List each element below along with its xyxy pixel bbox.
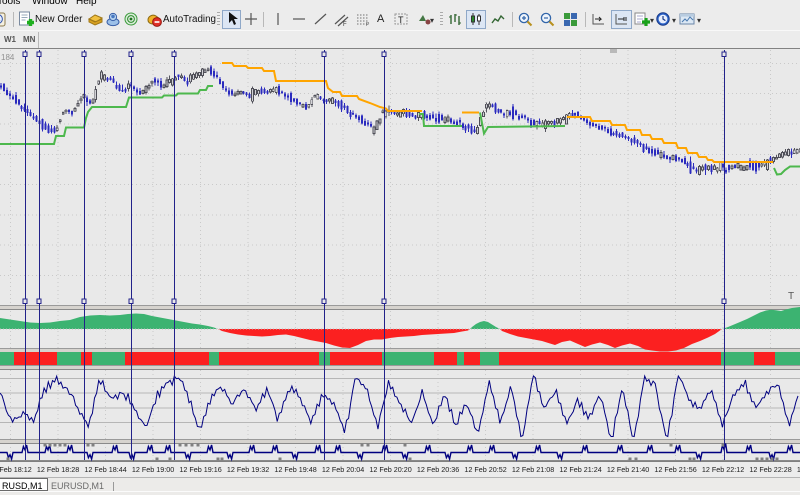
svg-text:12 Feb 21:08: 12 Feb 21:08 (512, 465, 554, 474)
svg-text:12 Feb 21:56: 12 Feb 21:56 (654, 465, 696, 474)
svg-text:12 Feb 20:20: 12 Feb 20:20 (369, 465, 411, 474)
svg-text:184: 184 (1, 53, 15, 62)
svg-text:12 Feb 20:52: 12 Feb 20:52 (464, 465, 506, 474)
svg-text:12 Feb 18:12: 12 Feb 18:12 (0, 465, 32, 474)
svg-text:F: F (343, 22, 347, 28)
svg-text:12 Feb 19:32: 12 Feb 19:32 (227, 465, 269, 474)
svg-text:12 Feb 21:24: 12 Feb 21:24 (559, 465, 601, 474)
svg-text:12 Feb 20:36: 12 Feb 20:36 (417, 465, 459, 474)
svg-text:12 Feb 19:48: 12 Feb 19:48 (274, 465, 316, 474)
svg-text:12 Feb 19:00: 12 Feb 19:00 (132, 465, 174, 474)
svg-text:12 Feb 20:04: 12 Feb 20:04 (322, 465, 364, 474)
svg-text:12 Feb 21:40: 12 Feb 21:40 (607, 465, 649, 474)
svg-text:12 Feb 22:12: 12 Feb 22:12 (702, 465, 744, 474)
svg-text:12 Feb 22:28: 12 Feb 22:28 (749, 465, 791, 474)
svg-text:P: P (366, 22, 370, 28)
svg-text:12 Feb 18:28: 12 Feb 18:28 (37, 465, 79, 474)
svg-text:12 Feb 18:44: 12 Feb 18:44 (84, 465, 126, 474)
svg-text:T: T (398, 15, 404, 25)
svg-text:12 Feb 19:16: 12 Feb 19:16 (179, 465, 221, 474)
svg-text:T: T (788, 291, 794, 302)
